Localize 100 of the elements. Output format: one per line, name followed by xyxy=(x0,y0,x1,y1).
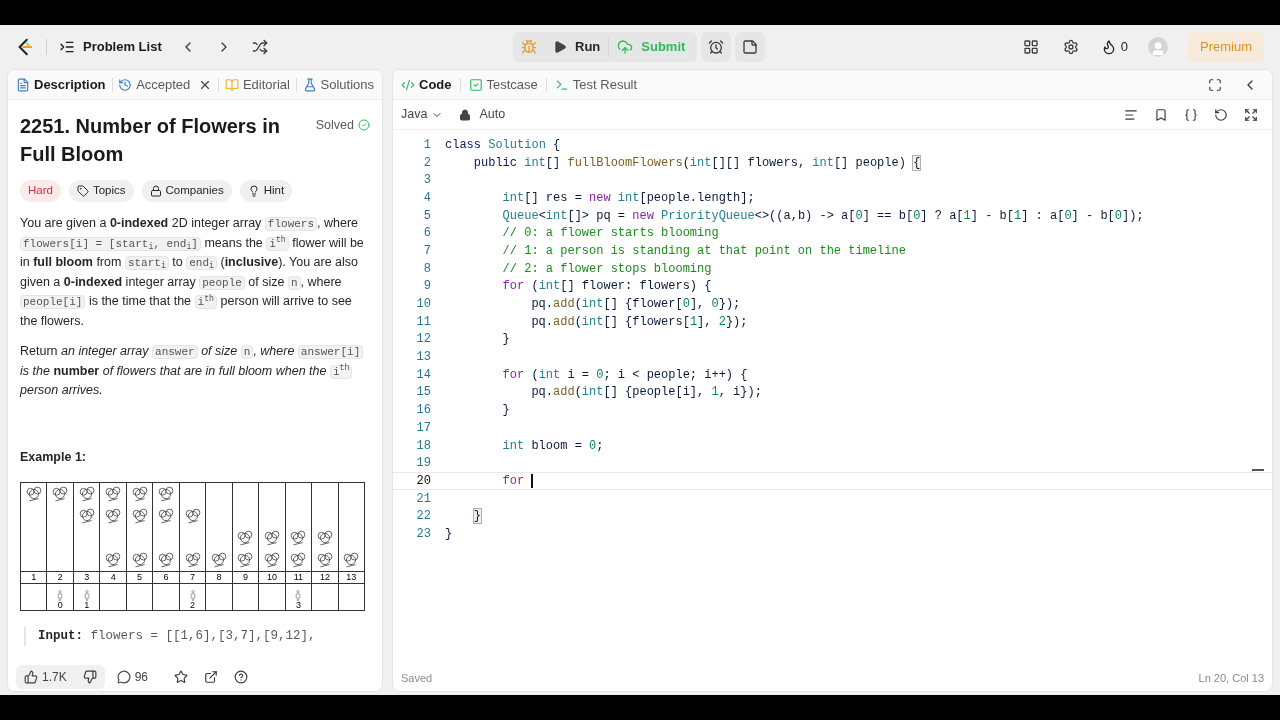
line-number: 19 xyxy=(415,455,431,473)
person-icon xyxy=(189,590,196,602)
flower-icon xyxy=(290,552,307,569)
text-cursor xyxy=(531,473,534,488)
tag-button[interactable]: Hint xyxy=(239,180,293,202)
shuffle-icon xyxy=(251,39,268,55)
flower-icon xyxy=(158,552,175,569)
flower-icon xyxy=(158,508,175,525)
bug-icon xyxy=(521,39,537,55)
code-line: } xyxy=(501,402,510,420)
expand-icon xyxy=(1244,107,1258,122)
code-line: } xyxy=(501,331,510,349)
input-value: flowers = [[1,6],[3,7],[9,12], xyxy=(90,629,316,644)
line-number: 13 xyxy=(415,349,431,367)
list-icon xyxy=(59,39,75,55)
code-line: for (int[] flower: flowers) { xyxy=(501,278,712,296)
day-label: 11 xyxy=(293,573,304,583)
panel-tab[interactable]: Testcase xyxy=(468,74,538,95)
line-number: 14 xyxy=(415,366,431,384)
code-line: int[] res = new int[people.length]; xyxy=(501,189,755,207)
star-icon xyxy=(174,670,189,684)
day-label: 3 xyxy=(84,573,90,583)
run-button[interactable]: Run xyxy=(545,32,609,62)
code-line: pq.add(int[] {people[i], 1, i}); xyxy=(530,384,762,402)
flower-icon xyxy=(316,530,333,547)
document-icon xyxy=(16,77,30,92)
day-label: 7 xyxy=(190,573,196,583)
lines-icon xyxy=(1124,107,1138,122)
difficulty-badge[interactable]: Hard xyxy=(20,180,61,202)
day-label: 8 xyxy=(216,573,222,583)
flower-icon xyxy=(290,530,307,547)
auto-mode-button[interactable]: Auto xyxy=(459,105,506,124)
panel-tab[interactable]: Solutions xyxy=(302,74,374,95)
day-label: 12 xyxy=(319,573,330,583)
line-number: 21 xyxy=(415,490,431,508)
thumbs-up-icon xyxy=(24,670,38,684)
alarm-clock-icon xyxy=(708,39,725,55)
book-icon xyxy=(224,77,239,92)
scrollbar-marker xyxy=(1252,469,1264,471)
line-number: 6 xyxy=(422,225,431,243)
flower-icon xyxy=(343,552,360,569)
person-icon xyxy=(83,590,90,602)
code-line: int bloom = 0; xyxy=(501,437,604,455)
description-paragraph: You are given a 0-indexed 2D integer array flowers , where flowers[i] = [start$_{i}$, end$_{i}$] means the i$^{th}$ flower will be in full bloom from start$_{i}$ to end$_{i}$ (inclusive). You are also given a 0-indexed integer array people of size n , where people[i] is the time that the i$^{th}$ person will arrive to see the flowers. xyxy=(20,215,365,330)
notes-button[interactable] xyxy=(735,32,766,62)
logo-icon[interactable] xyxy=(16,38,34,56)
day-label: 4 xyxy=(110,573,116,583)
checkbox-icon xyxy=(468,77,483,92)
tag-button[interactable]: Topics xyxy=(68,180,134,202)
share-icon xyxy=(204,670,219,684)
thumbs-down-icon xyxy=(82,670,97,684)
flower-icon xyxy=(131,552,148,569)
tag-button[interactable]: Companies xyxy=(141,180,232,202)
line-number: 7 xyxy=(422,242,431,260)
timer-button[interactable] xyxy=(701,32,732,62)
flower-icon xyxy=(316,552,333,569)
settings-icon xyxy=(1062,39,1079,55)
line-number: 22 xyxy=(415,508,431,526)
flower-icon xyxy=(184,552,201,569)
streak-button[interactable]: 0 xyxy=(1100,37,1128,57)
lock-icon xyxy=(459,108,472,121)
line-number: 8 xyxy=(422,260,431,278)
code-line: for (int i = 0; i < people; i++) { xyxy=(501,366,748,384)
problem-list-button[interactable]: Problem List xyxy=(59,37,162,57)
panel-tab[interactable]: Editorial xyxy=(224,74,290,95)
line-number: 3 xyxy=(422,172,431,190)
code-line: // 0: a flower starts blooming xyxy=(501,225,719,243)
panel-tab[interactable]: Description xyxy=(16,74,106,95)
person-label: 1 xyxy=(84,601,90,611)
line-number: 15 xyxy=(415,384,431,402)
language-dropdown[interactable]: Java xyxy=(401,105,444,124)
person-label: 0 xyxy=(57,601,63,611)
day-label: 13 xyxy=(346,573,357,583)
person-icon xyxy=(57,590,64,602)
code-line: pq.add(int[] {flowers[1], 2}); xyxy=(530,313,748,331)
person-label: 3 xyxy=(295,601,301,611)
panel-tab[interactable]: Test Result xyxy=(554,74,638,95)
day-label: 1 xyxy=(31,573,37,583)
description-paragraph: Return an integer array answer of size n , where answer[i] is the number of flowers that are in full bloom when the i$^{th}$ person arrives. xyxy=(20,342,370,400)
flower-icon xyxy=(184,508,201,525)
code-line: // 2: a flower stops blooming xyxy=(501,260,712,278)
flower-icon xyxy=(131,508,148,525)
play-icon xyxy=(553,40,567,54)
comments-button[interactable]: 96 xyxy=(116,668,149,686)
panel-tab[interactable]: Accepted xyxy=(118,74,213,95)
code-line: for xyxy=(501,472,526,490)
flower-icon xyxy=(237,530,254,547)
example-heading: Example 1: xyxy=(20,448,87,466)
line-number: 10 xyxy=(415,296,431,314)
code-line: } xyxy=(445,525,453,543)
line-number: 11 xyxy=(415,313,431,331)
check-circle-icon xyxy=(358,119,370,132)
line-number: 9 xyxy=(422,278,431,296)
line-number: 16 xyxy=(415,402,431,420)
cursor-position: Ln 20, Col 13 xyxy=(1198,670,1264,686)
code-line: // 1: a person is standing at that point on the timeline xyxy=(501,242,906,260)
panel-tab[interactable]: Code xyxy=(401,74,452,95)
help-icon xyxy=(234,670,249,684)
lightbulb-icon xyxy=(247,185,260,197)
flower-icon xyxy=(131,486,148,503)
